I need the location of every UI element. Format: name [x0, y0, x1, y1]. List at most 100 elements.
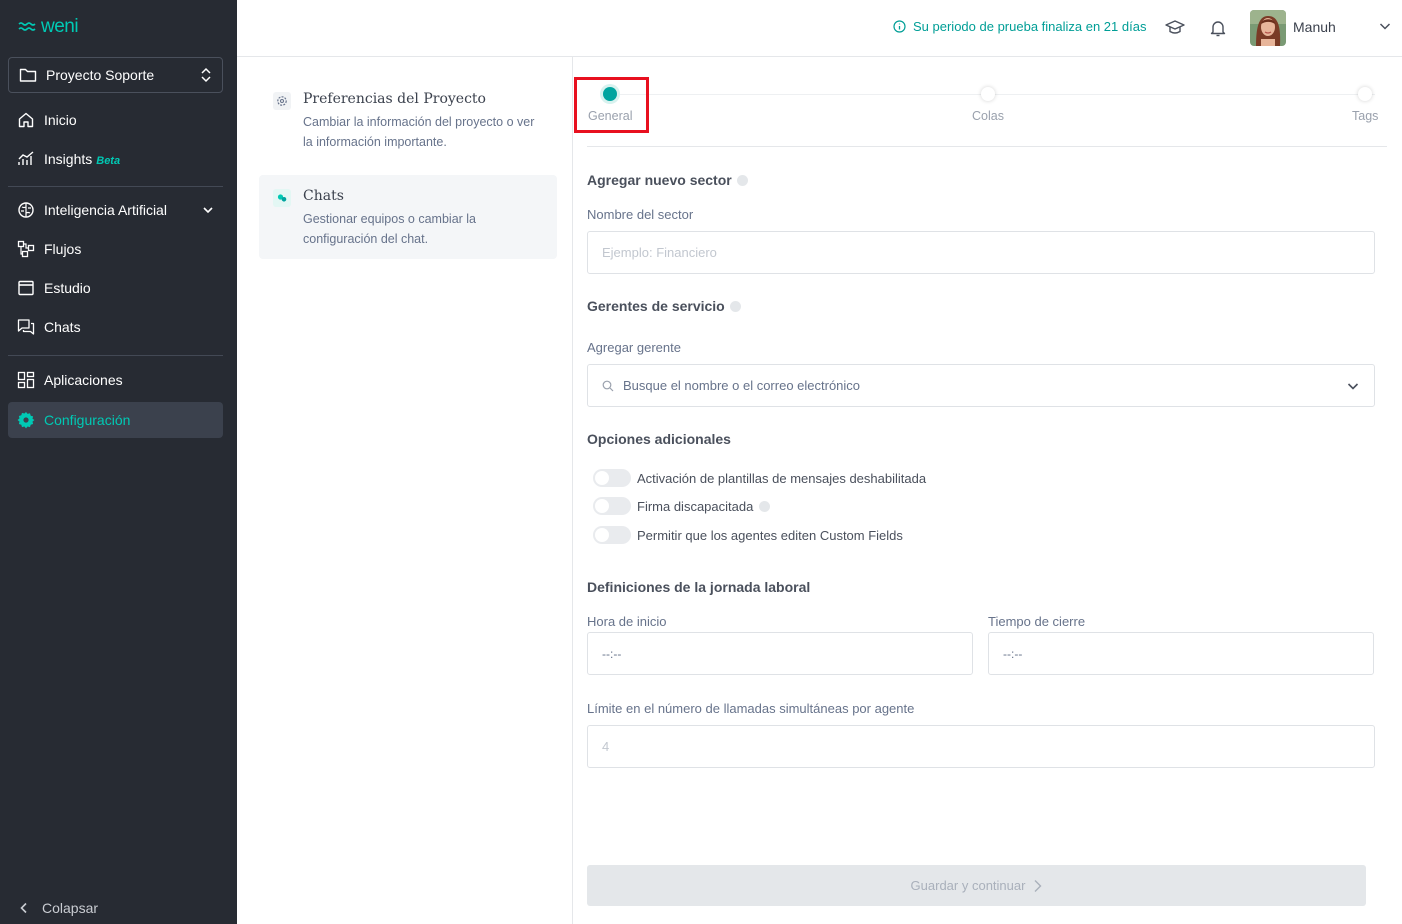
- end-time-value: --:--: [1003, 646, 1023, 661]
- sidebar-item-label: Flujos: [44, 241, 82, 257]
- chevron-down-icon[interactable]: [1378, 19, 1392, 33]
- gear-icon: [273, 92, 291, 110]
- settings-menu: Preferencias del Proyecto Cambiar la inf…: [259, 78, 557, 259]
- sector-name-input[interactable]: Ejemplo: Financiero: [587, 231, 1375, 274]
- save-button-label: Guardar y continuar: [910, 878, 1026, 893]
- sidebar-nav-tools: Inteligencia Artificial Flujos Estudio C…: [8, 192, 223, 345]
- user-avatar[interactable]: [1250, 10, 1286, 46]
- academy-icon[interactable]: [1164, 17, 1186, 39]
- beta-badge: Beta: [96, 155, 121, 167]
- sector-name-placeholder: Ejemplo: Financiero: [602, 245, 717, 260]
- trial-notice: Su periodo de prueba finaliza en 21 días: [893, 19, 1146, 34]
- add-manager-label: Agregar gerente: [587, 340, 681, 355]
- collapse-sidebar-button[interactable]: Colapsar: [20, 900, 98, 916]
- toggle-signature: Firma discapacitada: [593, 497, 771, 515]
- sidebar-item-estudio[interactable]: Estudio: [8, 270, 223, 306]
- trial-text: Su periodo de prueba finaliza en 21 días: [913, 19, 1147, 34]
- info-circle-icon: [893, 20, 906, 33]
- menu-project-preferences[interactable]: Preferencias del Proyecto Cambiar la inf…: [259, 78, 557, 162]
- sidebar-item-flujos[interactable]: Flujos: [8, 231, 223, 267]
- end-time-input[interactable]: --:--: [988, 632, 1374, 675]
- stepper: General Colas Tags: [574, 77, 1387, 147]
- section-title-text: Opciones adicionales: [587, 431, 731, 447]
- up-down-chevron-icon: [201, 67, 211, 83]
- highlight-box: [574, 77, 649, 133]
- step-dot: [980, 87, 995, 101]
- section-title-text: Gerentes de servicio: [587, 298, 725, 314]
- bell-icon[interactable]: [1207, 17, 1229, 39]
- start-time-label: Hora de inicio: [587, 614, 667, 629]
- sidebar-item-label: Insights: [44, 151, 93, 167]
- start-time-input[interactable]: --:--: [587, 632, 973, 675]
- gear-icon: [17, 412, 35, 429]
- sidebar-nav-config: Aplicaciones Configuración: [8, 362, 223, 438]
- menu-title: Preferencias del Proyecto: [303, 91, 486, 107]
- managers-section-title: Gerentes de servicio: [587, 298, 741, 314]
- add-manager-placeholder: Busque el nombre o el correo electrónico: [623, 378, 861, 393]
- toggle-label: Firma discapacitada: [637, 498, 754, 514]
- toggle-switch[interactable]: [593, 469, 631, 487]
- sidebar-item-label: Estudio: [44, 280, 91, 296]
- start-time-value: --:--: [602, 646, 622, 661]
- sidebar-item-aplicaciones[interactable]: Aplicaciones: [8, 362, 223, 398]
- limit-label: Límite en el número de llamadas simultán…: [587, 701, 915, 716]
- home-icon: [18, 112, 34, 128]
- menu-description: Cambiar la información del proyecto o ve…: [303, 115, 535, 149]
- menu-description: Gestionar equipos o cambiar la configura…: [303, 212, 477, 246]
- toggle-switch[interactable]: [593, 526, 631, 544]
- sidebar-item-inicio[interactable]: Inicio: [8, 102, 223, 138]
- sidebar-item-configuracion[interactable]: Configuración: [8, 402, 223, 438]
- info-icon[interactable]: [729, 300, 741, 312]
- add-manager-select[interactable]: Busque el nombre o el correo electrónico: [587, 364, 1375, 407]
- chart-icon: [18, 151, 34, 165]
- project-name: Proyecto Soporte: [46, 67, 155, 83]
- sector-section-title: Agregar nuevo sector: [587, 172, 748, 188]
- chevron-down-icon: [203, 207, 213, 214]
- panel-separator: [572, 57, 573, 924]
- step-tags[interactable]: Tags: [1352, 87, 1378, 123]
- chats-icon: [17, 319, 35, 335]
- sidebar-item-label: Inteligencia Artificial: [44, 202, 167, 218]
- sidebar-item-label: Configuración: [44, 412, 131, 428]
- sidebar-nav-main: Inicio Insights Beta: [8, 102, 223, 177]
- sidebar-item-chats[interactable]: Chats: [8, 309, 223, 345]
- search-icon: [602, 380, 614, 391]
- toggle-switch[interactable]: [593, 497, 631, 515]
- brain-icon: [18, 202, 34, 218]
- weni-logo[interactable]: weni: [18, 17, 79, 37]
- project-selector[interactable]: Proyecto Soporte: [8, 57, 223, 93]
- info-icon[interactable]: [736, 174, 748, 186]
- collapse-label: Colapsar: [42, 900, 99, 916]
- sidebar-item-insights[interactable]: Insights Beta: [8, 141, 223, 177]
- chat-bubbles-icon: [273, 189, 291, 207]
- folder-icon: [19, 68, 37, 82]
- toggle-templates: Activación de plantillas de mensajes des…: [593, 469, 926, 487]
- section-title-text: Agregar nuevo sector: [587, 172, 732, 188]
- info-icon[interactable]: [759, 500, 771, 512]
- step-colas[interactable]: Colas: [972, 87, 1004, 123]
- sidebar: weni Proyecto Soporte Inicio Insights Bet…: [0, 0, 237, 924]
- sidebar-divider: [8, 355, 223, 356]
- sidebar-item-label: Chats: [44, 319, 81, 335]
- chevron-down-icon: [1347, 382, 1359, 390]
- end-time-label: Tiempo de cierre: [988, 614, 1086, 629]
- menu-chats[interactable]: Chats Gestionar equipos o cambiar la con…: [259, 175, 557, 259]
- options-section-title: Opciones adicionales: [587, 431, 731, 447]
- sidebar-item-inteligencia-artificial[interactable]: Inteligencia Artificial: [8, 192, 223, 228]
- user-name[interactable]: Manuh: [1293, 19, 1336, 35]
- weni-logo-icon: [18, 22, 36, 31]
- window-icon: [18, 280, 34, 296]
- menu-title: Chats: [303, 188, 344, 204]
- section-title-text: Definiciones de la jornada laboral: [587, 579, 811, 595]
- save-continue-button[interactable]: Guardar y continuar: [587, 865, 1366, 906]
- sidebar-item-label: Inicio: [44, 112, 77, 128]
- avatar-image: [1250, 10, 1286, 46]
- top-bar: Su periodo de prueba finaliza en 21 días…: [237, 0, 1402, 57]
- step-label: Colas: [972, 109, 1004, 123]
- limit-input[interactable]: 4: [587, 725, 1375, 768]
- flows-icon: [17, 240, 35, 258]
- toggle-label: Permitir que los agentes editen Custom F…: [637, 527, 903, 543]
- chevron-right-icon: [1034, 879, 1042, 892]
- toggle-custom-fields: Permitir que los agentes editen Custom F…: [593, 526, 903, 544]
- step-dot: [1358, 87, 1373, 101]
